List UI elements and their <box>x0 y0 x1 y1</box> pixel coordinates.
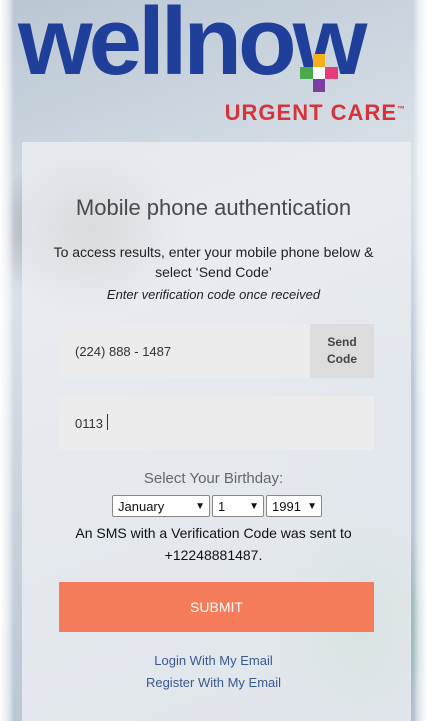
wellnow-logo: wellnow URGENT CARE™ <box>18 0 418 140</box>
chevron-down-icon: ▼ <box>195 500 205 512</box>
instruction-italic-text: Enter verification code once received <box>106 287 321 302</box>
year-value: 1991 <box>272 498 301 514</box>
plus-cross-icon <box>300 54 338 92</box>
left-edge <box>0 0 14 721</box>
birthday-selects: January ▼ 1 ▼ 1991 ▼ <box>112 495 322 517</box>
year-select[interactable]: 1991 ▼ <box>266 495 322 517</box>
page: wellnow URGENT CARE™ Mobile phone authen… <box>0 0 427 721</box>
text-caret <box>107 414 108 430</box>
chevron-down-icon: ▼ <box>307 500 317 512</box>
phone-row: Send Code <box>59 324 374 378</box>
birthday-label: Select Your Birthday: <box>143 470 284 487</box>
month-select[interactable]: January ▼ <box>112 495 210 517</box>
send-code-line2: Code <box>327 352 357 366</box>
register-email-link[interactable]: Register With My Email <box>0 675 427 690</box>
day-value: 1 <box>218 498 226 514</box>
sms-notice: An SMS with a Verification Code was sent… <box>75 525 352 563</box>
submit-button[interactable]: SUBMIT <box>59 582 374 632</box>
chevron-down-icon: ▼ <box>249 500 259 512</box>
send-code-button[interactable]: Send Code <box>310 324 374 378</box>
day-select[interactable]: 1 ▼ <box>212 495 264 517</box>
instruction-text: To access results, enter your mobile pho… <box>53 244 374 280</box>
month-value: January <box>118 498 165 514</box>
trademark-mark: ™ <box>397 104 406 114</box>
logo-subtitle: URGENT CARE™ <box>225 100 406 126</box>
phone-input[interactable] <box>59 324 310 378</box>
send-code-line1: Send <box>327 335 357 349</box>
logo-subtitle-text: URGENT CARE <box>224 100 397 125</box>
page-title: Mobile phone authentication <box>75 195 352 220</box>
login-email-link[interactable]: Login With My Email <box>0 653 427 668</box>
